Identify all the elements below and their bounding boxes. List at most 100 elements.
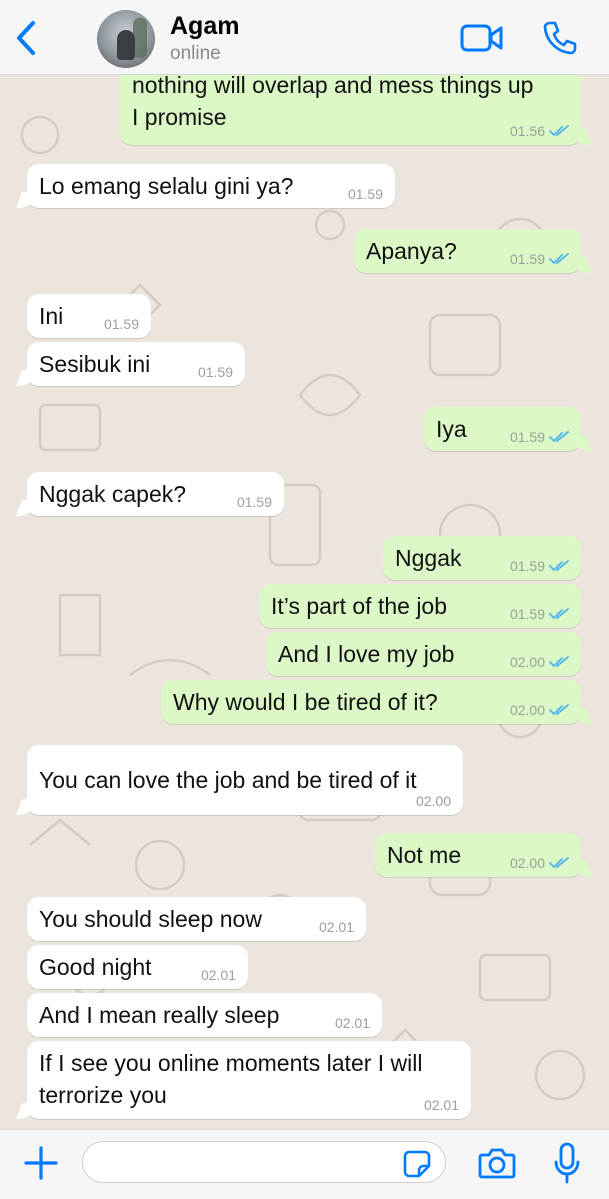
- incoming-message[interactable]: Nggak capek? 01.59: [27, 472, 284, 516]
- message-meta: 01.59: [510, 429, 569, 445]
- message-time: 02.01: [318, 919, 354, 935]
- message-meta: 02.00: [510, 855, 569, 871]
- incoming-message[interactable]: You should sleep now 02.01: [27, 897, 366, 941]
- message-text: Nggak capek?: [39, 481, 187, 507]
- read-ticks-icon: [549, 656, 569, 667]
- message-time: 01.59: [509, 251, 545, 267]
- incoming-message[interactable]: Sesibuk ini 01.59: [27, 342, 245, 386]
- message-line: I promise: [132, 104, 227, 130]
- message-text: You should sleep now: [39, 906, 262, 932]
- message-time: 01.59: [509, 558, 545, 574]
- message-input[interactable]: [82, 1141, 446, 1183]
- camera-icon: [478, 1148, 516, 1179]
- message-time: 02.01: [334, 1015, 370, 1031]
- message-text: Ini: [39, 303, 64, 329]
- read-ticks-icon: [549, 431, 569, 442]
- message-meta: 02.01: [335, 1015, 370, 1031]
- message-line: terrorize you: [39, 1082, 167, 1108]
- message-meta: 01.59: [237, 494, 272, 510]
- message-text: Not me: [387, 842, 462, 868]
- message-meta: 01.59: [348, 186, 383, 202]
- chat-header: Agam online: [0, 0, 609, 75]
- outgoing-message[interactable]: And I love my job 02.00: [266, 632, 581, 676]
- message-text: Nggak: [395, 545, 462, 571]
- read-ticks-icon: [549, 857, 569, 868]
- message-meta: 02.01: [201, 967, 236, 983]
- read-ticks-icon: [549, 608, 569, 619]
- message-meta: 01.56: [510, 123, 569, 139]
- outgoing-message[interactable]: Iya 01.59: [424, 407, 581, 451]
- message-meta: 02.00: [416, 793, 451, 809]
- message-time: 02.01: [423, 1097, 459, 1113]
- message-time: 01.59: [509, 606, 545, 622]
- video-camera-icon: [460, 24, 503, 52]
- input-bar: [0, 1129, 609, 1199]
- message-time: 01.56: [509, 123, 545, 139]
- read-ticks-icon: [549, 704, 569, 715]
- voice-call-button[interactable]: [542, 20, 578, 56]
- incoming-message[interactable]: Lo emang selalu gini ya? 01.59: [27, 164, 395, 208]
- message-time: 02.00: [509, 654, 545, 670]
- message-text: And I love my job: [278, 641, 455, 667]
- voice-message-button[interactable]: [553, 1142, 581, 1184]
- back-button[interactable]: [10, 18, 42, 58]
- outgoing-message[interactable]: Apanya? 01.59: [354, 229, 581, 273]
- contact-status: online: [170, 43, 221, 64]
- outgoing-message[interactable]: Why would I be tired of it? 02.00: [161, 680, 581, 724]
- video-call-button[interactable]: [460, 22, 504, 54]
- outgoing-message[interactable]: nothing will overlap and mess things up I…: [120, 75, 581, 145]
- message-text: Good night: [39, 954, 152, 980]
- message-time: 02.00: [415, 793, 451, 809]
- outgoing-message[interactable]: Not me 02.00: [375, 833, 581, 877]
- message-meta: 02.00: [510, 702, 569, 718]
- incoming-message[interactable]: Good night 02.01: [27, 945, 248, 989]
- read-ticks-icon: [549, 125, 569, 136]
- message-meta: 01.59: [104, 316, 139, 332]
- camera-button[interactable]: [478, 1146, 516, 1180]
- message-meta: 01.59: [510, 251, 569, 267]
- message-time: 02.00: [509, 855, 545, 871]
- sticker-button[interactable]: [403, 1150, 431, 1178]
- incoming-message[interactable]: And I mean really sleep 02.01: [27, 993, 382, 1037]
- message-text: If I see you online moments later I will…: [39, 1047, 423, 1111]
- outgoing-message[interactable]: It’s part of the job 01.59: [259, 584, 581, 628]
- plus-icon: [24, 1146, 58, 1180]
- read-ticks-icon: [549, 560, 569, 571]
- chevron-left-icon: [17, 21, 35, 55]
- message-line: If I see you online moments later I will: [39, 1050, 423, 1076]
- message-time: 01.59: [197, 364, 233, 380]
- phone-icon: [543, 21, 577, 55]
- message-meta: 02.01: [319, 919, 354, 935]
- message-text: You can love the job and be tired of it: [39, 767, 417, 793]
- incoming-message[interactable]: You can love the job and be tired of it 0…: [27, 745, 463, 815]
- contact-name[interactable]: Agam: [170, 12, 239, 41]
- incoming-message[interactable]: If I see you online moments later I will…: [27, 1041, 471, 1119]
- message-text: And I mean really sleep: [39, 1002, 280, 1028]
- attach-button[interactable]: [22, 1144, 60, 1182]
- message-time: 01.59: [103, 316, 139, 332]
- message-meta: 02.01: [424, 1097, 459, 1113]
- message-line: nothing will overlap and mess things up: [132, 75, 534, 98]
- message-meta: 01.59: [510, 558, 569, 574]
- message-meta: 02.00: [510, 654, 569, 670]
- microphone-icon: [554, 1142, 580, 1184]
- message-time: 01.59: [236, 494, 272, 510]
- message-text: Iya: [436, 416, 467, 442]
- message-text: Why would I be tired of it?: [173, 689, 438, 715]
- outgoing-message[interactable]: Nggak 01.59: [383, 536, 581, 580]
- message-time: 02.00: [509, 702, 545, 718]
- message-list[interactable]: nothing will overlap and mess things up I…: [0, 75, 609, 1129]
- message-text: Lo emang selalu gini ya?: [39, 173, 294, 199]
- read-ticks-icon: [549, 253, 569, 264]
- incoming-message[interactable]: Ini 01.59: [27, 294, 151, 338]
- message-time: 02.01: [200, 967, 236, 983]
- message-text: Sesibuk ini: [39, 351, 151, 377]
- message-text: nothing will overlap and mess things up I…: [132, 75, 533, 133]
- chat-screen: Agam online nothing will overlap and mes…: [0, 0, 609, 1199]
- sticker-icon: [403, 1150, 431, 1178]
- message-meta: 01.59: [198, 364, 233, 380]
- message-time: 01.59: [347, 186, 383, 202]
- message-text: Apanya?: [366, 238, 457, 264]
- message-time: 01.59: [509, 429, 545, 445]
- avatar[interactable]: [97, 10, 155, 68]
